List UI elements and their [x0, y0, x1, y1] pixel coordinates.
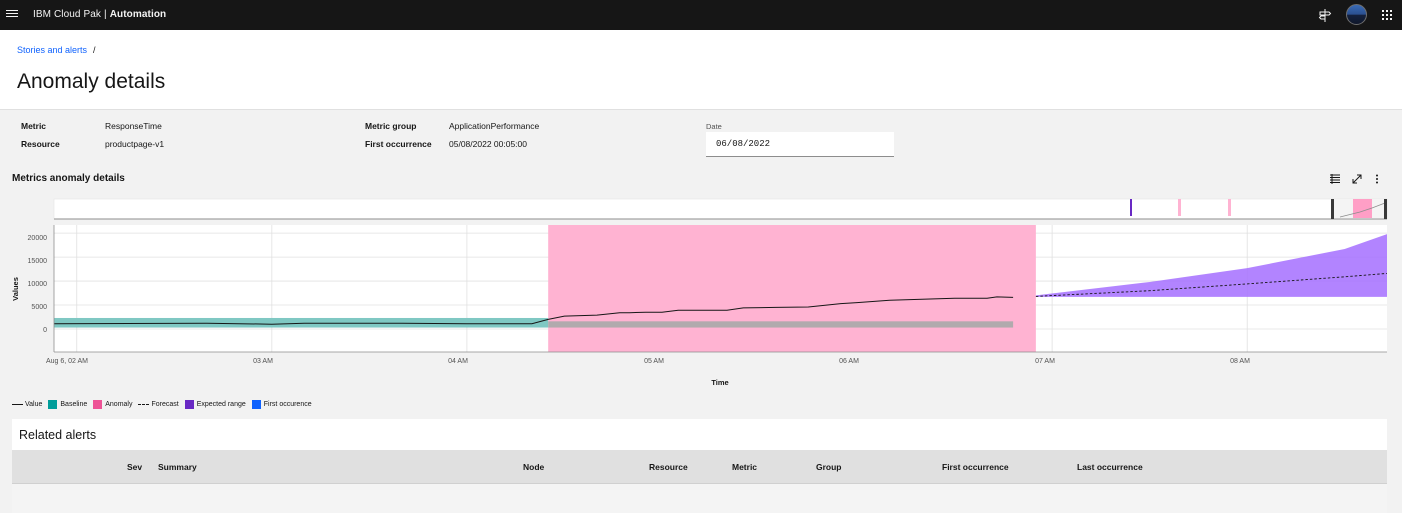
- navigator-handle-left[interactable]: [1331, 199, 1334, 219]
- anomaly-region: [548, 225, 1036, 352]
- anomaly-chart: 20000 15000 10000 5000 0 Aug 6, 02 AM 03…: [11, 198, 1388, 387]
- swatch-icon: [251, 399, 261, 409]
- x-tick-label: 07 AM: [1035, 358, 1055, 365]
- y-tick-label: 0: [43, 327, 47, 334]
- legend-item-expected-range[interactable]: Expected range: [184, 399, 246, 409]
- legend-label: Value: [25, 400, 43, 408]
- legend-label: Expected range: [196, 400, 246, 408]
- x-tick-label: 05 AM: [644, 358, 664, 365]
- navigator-anomaly-marker: [1353, 199, 1372, 218]
- y-tick-label: 10000: [28, 281, 48, 288]
- x-tick-label: Aug 6, 02 AM: [46, 358, 88, 365]
- x-tick-label: 03 AM: [253, 358, 273, 365]
- x-tick-label: 04 AM: [448, 358, 468, 365]
- x-tick-label: 08 AM: [1230, 358, 1250, 365]
- x-axis-title: Time: [711, 378, 728, 387]
- table-row[interactable]: [12, 483, 1387, 513]
- swatch-icon: [93, 399, 103, 409]
- date-input[interactable]: 06/08/2022: [706, 132, 894, 157]
- swatch-icon: [184, 399, 194, 409]
- legend-label: First occurence: [263, 400, 312, 408]
- chart-legend: Value Baseline Anomaly Forecast Expected…: [12, 398, 318, 410]
- related-alerts-panel: Related alerts Sev Summary Node Resource…: [12, 419, 1387, 513]
- first-occurrence-label: First occurrence: [365, 139, 432, 149]
- metric-label: Metric: [21, 121, 47, 131]
- legend-item-first-occurrence[interactable]: First occurence: [251, 399, 312, 409]
- metric-group-value: ApplicationPerformance: [449, 121, 540, 131]
- breadcrumb: Stories and alerts /: [17, 45, 96, 55]
- table-view-icon[interactable]: [1328, 172, 1342, 186]
- brand-separator: |: [104, 9, 107, 20]
- maximize-icon[interactable]: [1350, 172, 1364, 186]
- legend-item-baseline[interactable]: Baseline: [48, 399, 88, 409]
- avatar[interactable]: [1346, 4, 1367, 25]
- column-header-sev[interactable]: Sev: [127, 462, 142, 472]
- navigator-first-occurrence-marker: [1130, 199, 1132, 216]
- column-header-resource[interactable]: Resource: [649, 462, 688, 472]
- brand-product: Automation: [109, 9, 167, 20]
- column-header-last-occurrence[interactable]: Last occurrence: [1077, 462, 1143, 472]
- metrics-section-title: Metrics anomaly details: [12, 173, 125, 184]
- resource-value: productpage-v1: [105, 139, 165, 149]
- dashed-swatch-icon: [138, 403, 150, 405]
- table-header: Sev Summary Node Resource Metric Group F…: [12, 450, 1387, 483]
- page-header: Stories and alerts / Anomaly details: [0, 30, 1402, 110]
- column-header-first-occurrence[interactable]: First occurrence: [942, 462, 1009, 472]
- top-nav-bar: IBM Cloud Pak | Automation: [0, 0, 1402, 30]
- metric-value: ResponseTime: [105, 121, 162, 131]
- metric-group-label: Metric group: [365, 121, 417, 131]
- legend-item-forecast[interactable]: Forecast: [138, 400, 179, 408]
- column-header-summary[interactable]: Summary: [158, 462, 197, 472]
- product-brand[interactable]: IBM Cloud Pak | Automation: [33, 9, 166, 20]
- breadcrumb-link-stories[interactable]: Stories and alerts: [17, 45, 87, 55]
- y-tick-label: 20000: [28, 235, 48, 242]
- first-occurrence-value: 05/08/2022 00:05:00: [449, 139, 527, 149]
- y-tick-label: 5000: [31, 304, 47, 311]
- breadcrumb-separator: /: [93, 45, 96, 55]
- x-tick-label: 06 AM: [839, 358, 859, 365]
- range-navigator[interactable]: [53, 198, 1388, 220]
- navigator-anomaly-marker: [1178, 199, 1181, 216]
- anomaly-baseline-band: [548, 321, 1014, 328]
- column-header-metric[interactable]: Metric: [732, 462, 757, 472]
- resource-label: Resource: [21, 139, 60, 149]
- notification-icon[interactable]: [1315, 5, 1335, 25]
- column-header-node[interactable]: Node: [523, 462, 544, 472]
- y-axis-title: Values: [11, 277, 20, 301]
- related-alerts-title: Related alerts: [19, 428, 97, 442]
- swatch-icon: [48, 399, 58, 409]
- overflow-menu-icon[interactable]: [1370, 172, 1384, 186]
- legend-item-value[interactable]: Value: [12, 401, 42, 408]
- column-header-group[interactable]: Group: [816, 462, 842, 472]
- menu-icon[interactable]: [6, 8, 18, 22]
- navigator-anomaly-marker: [1228, 199, 1231, 216]
- legend-label: Baseline: [60, 400, 88, 408]
- date-label: Date: [706, 122, 722, 131]
- brand-prefix: IBM Cloud Pak: [33, 9, 101, 20]
- y-tick-label: 15000: [28, 258, 48, 265]
- legend-label: Forecast: [151, 400, 179, 408]
- legend-item-anomaly[interactable]: Anomaly: [93, 399, 133, 409]
- legend-label: Anomaly: [105, 400, 133, 408]
- line-swatch-icon: [12, 403, 23, 405]
- page-title: Anomaly details: [17, 70, 166, 93]
- baseline-band: [54, 317, 549, 328]
- navigator-handle-right[interactable]: [1384, 199, 1387, 219]
- app-switcher-icon[interactable]: [1377, 5, 1397, 25]
